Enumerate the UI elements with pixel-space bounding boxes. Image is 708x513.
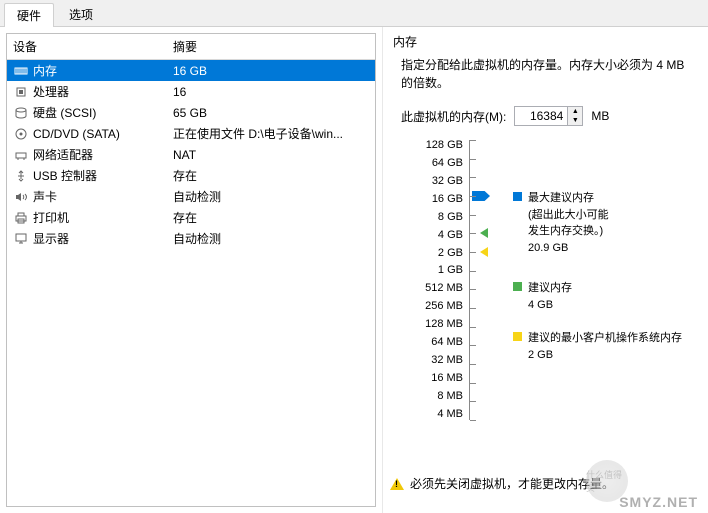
memory-unit: MB bbox=[591, 109, 609, 123]
monitor-icon bbox=[13, 231, 29, 247]
device-row-memory[interactable]: 内存 16 GB bbox=[7, 60, 375, 81]
slider-tick bbox=[470, 159, 476, 160]
memory-input-label: 此虚拟机的内存(M): bbox=[401, 108, 506, 125]
device-name: 打印机 bbox=[33, 209, 69, 226]
slider-tick bbox=[470, 364, 476, 365]
slider-tick bbox=[470, 177, 476, 178]
slider-tick-label: 16 GB bbox=[413, 194, 463, 205]
legend-recommended: 建议内存 4 GB bbox=[513, 280, 572, 313]
device-name: 网络适配器 bbox=[33, 146, 93, 163]
memory-slider[interactable]: 128 GB 64 GB 32 GB 16 GB 8 GB 4 GB 2 GB 1 GB 512… bbox=[413, 140, 698, 420]
legend-min: 建议的最小客户机操作系统内存 2 GB bbox=[513, 330, 682, 363]
slider-tick bbox=[470, 308, 476, 309]
marker-max-recommended bbox=[480, 228, 488, 238]
device-name: 内存 bbox=[33, 62, 57, 79]
warning-icon bbox=[390, 478, 404, 490]
memory-spinner-down[interactable]: ▼ bbox=[568, 116, 582, 125]
slider-tick bbox=[470, 140, 476, 141]
device-summary: 自动检测 bbox=[173, 230, 369, 247]
device-summary: 自动检测 bbox=[173, 188, 369, 205]
device-name: CD/DVD (SATA) bbox=[33, 127, 120, 141]
device-list-header: 设备 摘要 bbox=[7, 34, 375, 60]
slider-tick bbox=[470, 420, 476, 421]
device-name: 声卡 bbox=[33, 188, 57, 205]
disk-icon bbox=[13, 105, 29, 121]
device-summary: NAT bbox=[173, 148, 369, 162]
slider-tick-label: 32 MB bbox=[413, 355, 463, 366]
device-summary: 65 GB bbox=[173, 106, 369, 120]
device-summary: 存在 bbox=[173, 167, 369, 184]
slider-tick bbox=[470, 327, 476, 328]
device-name: 处理器 bbox=[33, 83, 69, 100]
slider-tick bbox=[470, 383, 476, 384]
watermark-text: SMYZ.NET bbox=[619, 494, 698, 510]
sound-icon bbox=[13, 189, 29, 205]
slider-tick-label: 64 MB bbox=[413, 337, 463, 348]
slider-tick bbox=[470, 401, 476, 402]
device-row-disk[interactable]: 硬盘 (SCSI) 65 GB bbox=[7, 102, 375, 123]
device-name: 硬盘 (SCSI) bbox=[33, 104, 96, 121]
slider-tick bbox=[470, 215, 476, 216]
memory-description: 指定分配给此虚拟机的内存量。内存大小必须为 4 MB 的倍数。 bbox=[401, 56, 698, 92]
device-row-printer[interactable]: 打印机 存在 bbox=[7, 207, 375, 228]
slider-tick-label: 4 GB bbox=[413, 230, 463, 241]
memory-group-title: 内存 bbox=[393, 33, 698, 50]
memory-settings-panel: 内存 指定分配给此虚拟机的内存量。内存大小必须为 4 MB 的倍数。 此虚拟机的… bbox=[382, 27, 708, 513]
legend-max: 最大建议内存 (超出此大小可能 发生内存交换。) 20.9 GB bbox=[513, 190, 609, 256]
slider-tick-label: 128 MB bbox=[413, 319, 463, 330]
slider-tick-label: 128 GB bbox=[413, 140, 463, 151]
slider-tick bbox=[470, 345, 476, 346]
device-summary: 16 bbox=[173, 85, 369, 99]
memory-icon bbox=[13, 63, 29, 79]
slider-tick-label: 2 GB bbox=[413, 248, 463, 259]
cpu-icon bbox=[13, 84, 29, 100]
device-row-cpu[interactable]: 处理器 16 bbox=[7, 81, 375, 102]
tab-bar: 硬件 选项 bbox=[0, 0, 708, 27]
device-row-sound[interactable]: 声卡 自动检测 bbox=[7, 186, 375, 207]
device-row-cd[interactable]: CD/DVD (SATA) 正在使用文件 D:\电子设备\win... bbox=[7, 123, 375, 144]
legend-blue-icon bbox=[513, 192, 522, 201]
slider-tick-label: 32 GB bbox=[413, 176, 463, 187]
slider-tick bbox=[470, 271, 476, 272]
legend-green-icon bbox=[513, 282, 522, 291]
marker-recommended-min bbox=[480, 247, 488, 257]
slider-tick-label: 1 GB bbox=[413, 265, 463, 276]
memory-spinner[interactable]: ▲ ▼ bbox=[514, 106, 583, 126]
device-summary: 16 GB bbox=[173, 64, 369, 78]
printer-icon bbox=[13, 210, 29, 226]
slider-tick-label: 8 MB bbox=[413, 391, 463, 402]
slider-tick-label: 8 GB bbox=[413, 212, 463, 223]
device-name: 显示器 bbox=[33, 230, 69, 247]
tab-options[interactable]: 选项 bbox=[56, 2, 106, 26]
column-device: 设备 bbox=[13, 38, 173, 55]
device-list-panel: 设备 摘要 内存 16 GB 处理器 16 硬盘 (SCSI) 65 GB CD/DVD (… bbox=[6, 33, 376, 507]
slider-tick-label: 4 MB bbox=[413, 409, 463, 420]
slider-tick bbox=[470, 233, 476, 234]
device-row-monitor[interactable]: 显示器 自动检测 bbox=[7, 228, 375, 249]
memory-input[interactable] bbox=[515, 107, 567, 125]
slider-tick-label: 256 MB bbox=[413, 301, 463, 312]
slider-tick-label: 64 GB bbox=[413, 158, 463, 169]
device-name: USB 控制器 bbox=[33, 167, 97, 184]
device-row-network[interactable]: 网络适配器 NAT bbox=[7, 144, 375, 165]
tab-hardware[interactable]: 硬件 bbox=[4, 3, 54, 27]
slider-tick-label: 16 MB bbox=[413, 373, 463, 384]
slider-tick-label: 512 MB bbox=[413, 283, 463, 294]
slider-tick bbox=[470, 252, 476, 253]
device-summary: 正在使用文件 D:\电子设备\win... bbox=[173, 125, 369, 142]
usb-icon bbox=[13, 168, 29, 184]
slider-tick bbox=[470, 289, 476, 290]
legend-yellow-icon bbox=[513, 332, 522, 341]
device-row-usb[interactable]: USB 控制器 存在 bbox=[7, 165, 375, 186]
device-summary: 存在 bbox=[173, 209, 369, 226]
memory-warning: 必须先关闭虚拟机，才能更改内存量。 bbox=[390, 475, 698, 492]
memory-spinner-up[interactable]: ▲ bbox=[568, 107, 582, 116]
column-summary: 摘要 bbox=[173, 38, 197, 55]
network-icon bbox=[13, 147, 29, 163]
cd-icon bbox=[13, 126, 29, 142]
slider-tick bbox=[470, 196, 476, 197]
